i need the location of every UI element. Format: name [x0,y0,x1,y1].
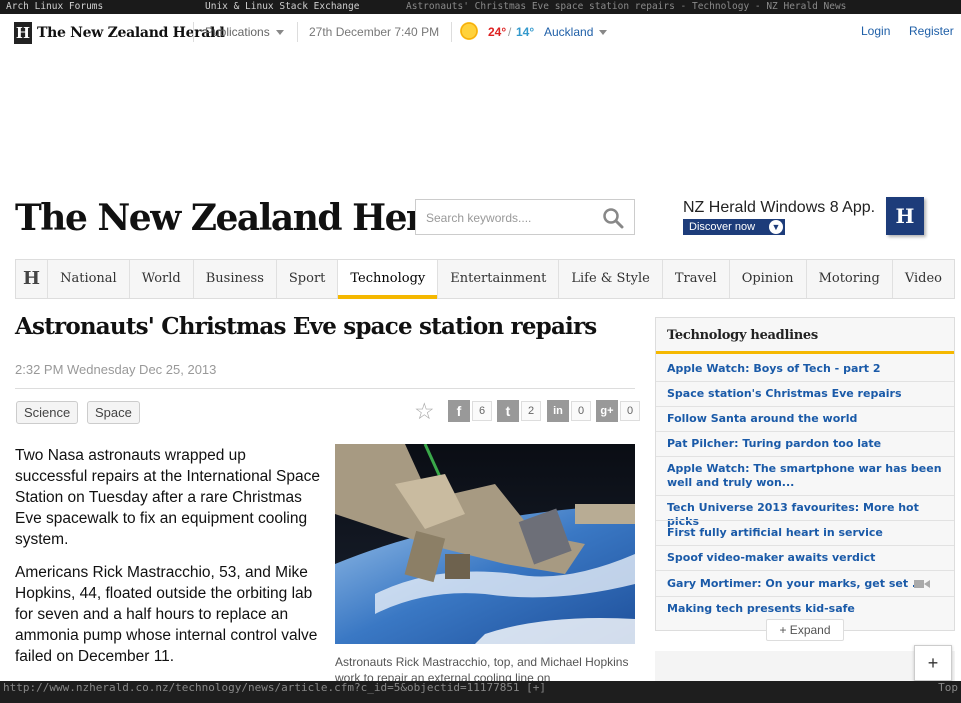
headline-link[interactable]: Pat Pilcher: Turing pardon too late [667,437,947,451]
share-count: 6 [472,401,493,421]
share-twitter[interactable]: t2 [497,400,542,422]
twitter-icon: t [497,400,519,422]
googleplus-icon: g+ [596,400,618,422]
article-paragraph: Two Nasa astronauts wrapped up successfu… [15,447,321,548]
favourite-star-icon[interactable]: ☆ [414,398,435,425]
linkedin-icon: in [547,400,569,422]
headline-link[interactable]: Apple Watch: Boys of Tech - part 2 [667,362,947,376]
divider [656,545,954,546]
sidebar-heading: Technology headlines [656,318,954,354]
herald-app-logo[interactable]: H [886,197,924,235]
divider [297,22,298,42]
city-dropdown[interactable]: Auckland [544,25,608,39]
publications-dropdown[interactable]: Publications [205,25,284,39]
promo-title: NZ Herald Windows 8 App. [683,199,876,216]
nav-item-life-style[interactable]: Life & Style [559,260,663,298]
divider [451,22,452,42]
herald-h-icon: H [14,22,32,44]
login-link[interactable]: Login [861,24,890,38]
section-nav: H National World Business Sport Technolo… [15,259,955,299]
search-input[interactable] [426,209,596,227]
discover-now-label: Discover now [689,221,756,233]
divider [656,406,954,407]
tab-nzherald-article[interactable]: Astronauts' Christmas Eve space station … [406,0,846,14]
nav-item-sport[interactable]: Sport [277,260,339,298]
masthead-logo[interactable]: The New Zealand Herald [15,192,483,244]
site-name-small: The New Zealand Herald [37,25,225,41]
technology-headlines-panel: Technology headlines Apple Watch: Boys o… [655,317,955,631]
search-box [415,199,635,235]
share-googleplus[interactable]: g+ 0 [596,400,641,422]
tag-space[interactable]: Space [87,401,140,424]
nav-item-national[interactable]: National [48,260,130,298]
discover-now-button[interactable]: Discover now ▼ [683,219,785,235]
divider [656,456,954,457]
tab-unix-stack-exchange[interactable]: Unix & Linux Stack Exchange [205,0,359,14]
article-photo[interactable] [335,444,635,644]
chevron-down-icon [275,30,284,36]
search-icon[interactable] [602,207,624,234]
arrow-down-icon: ▼ [769,220,783,234]
nav-item-world[interactable]: World [130,260,194,298]
divider [656,495,954,496]
divider [193,22,194,42]
share-facebook[interactable]: f6 [448,400,493,422]
tab-arch-linux-forums[interactable]: Arch Linux Forums [6,0,103,14]
browser-status-bar: http://www.nzherald.co.nz/technology/new… [0,681,961,703]
nav-item-video[interactable]: Video [893,260,954,298]
temp-high: 24° [488,25,507,39]
temp-low: 14° [516,25,535,39]
nav-item-business[interactable]: Business [194,260,277,298]
divider [656,596,954,597]
nav-item-motoring[interactable]: Motoring [807,260,893,298]
headline-link[interactable]: Follow Santa around the world [667,412,947,426]
divider [15,388,635,389]
nav-item-technology[interactable]: Technology [338,260,439,299]
divider [656,431,954,432]
headline-text: Gary Mortimer: On your marks, get set ..… [667,577,925,590]
article-timestamp: 2:32 PM Wednesday Dec 25, 2013 [15,362,217,377]
divider [656,570,954,571]
temp-separator: / [508,25,512,39]
headline-link[interactable]: Tech Universe 2013 favourites: More hot … [667,501,947,529]
divider [656,520,954,521]
headline-link[interactable]: Space station's Christmas Eve repairs [667,387,947,401]
divider [656,381,954,382]
share-count: 0 [571,401,592,421]
browser-tab-bar: Arch Linux Forums Unix & Linux Stack Exc… [0,0,961,14]
status-url: http://www.nzherald.co.nz/technology/new… [3,681,547,694]
nav-item-travel[interactable]: Travel [663,260,730,298]
headline-link[interactable]: Spoof video-maker awaits verdict [667,551,947,565]
share-linkedin[interactable]: in 0 [547,400,592,422]
headline-link[interactable]: Making tech presents kid-safe [667,602,947,616]
nav-item-entertainment[interactable]: Entertainment [438,260,560,298]
nav-home-icon[interactable]: H [16,260,49,298]
article-headline: Astronauts' Christmas Eve space station … [15,313,597,340]
headline-link[interactable]: Apple Watch: The smartphone war has been… [667,462,947,490]
chevron-down-icon [599,30,608,36]
share-count: 2 [521,401,542,421]
register-link[interactable]: Register [909,24,954,38]
headline-link[interactable]: First fully artificial heart in service [667,526,947,540]
publications-label: Publications [205,25,270,39]
article-paragraph: Americans Rick Mastracchio, 53, and Mike… [15,564,318,665]
tag-science[interactable]: Science [16,401,79,424]
sun-weather-icon [460,22,478,40]
expand-button[interactable]: + Expand [766,619,844,641]
facebook-icon: f [448,400,470,422]
video-camera-icon [914,580,930,588]
nav-item-opinion[interactable]: Opinion [730,260,807,298]
headline-link[interactable]: Gary Mortimer: On your marks, get set ..… [667,577,947,591]
current-datetime: 27th December 7:40 PM [309,25,440,39]
scroll-position: Top [938,681,958,694]
plus-button[interactable]: + [914,645,952,681]
utility-header: H The New Zealand Herald Publications 27… [0,14,961,52]
share-count: 0 [620,401,641,421]
city-label: Auckland [544,25,594,39]
